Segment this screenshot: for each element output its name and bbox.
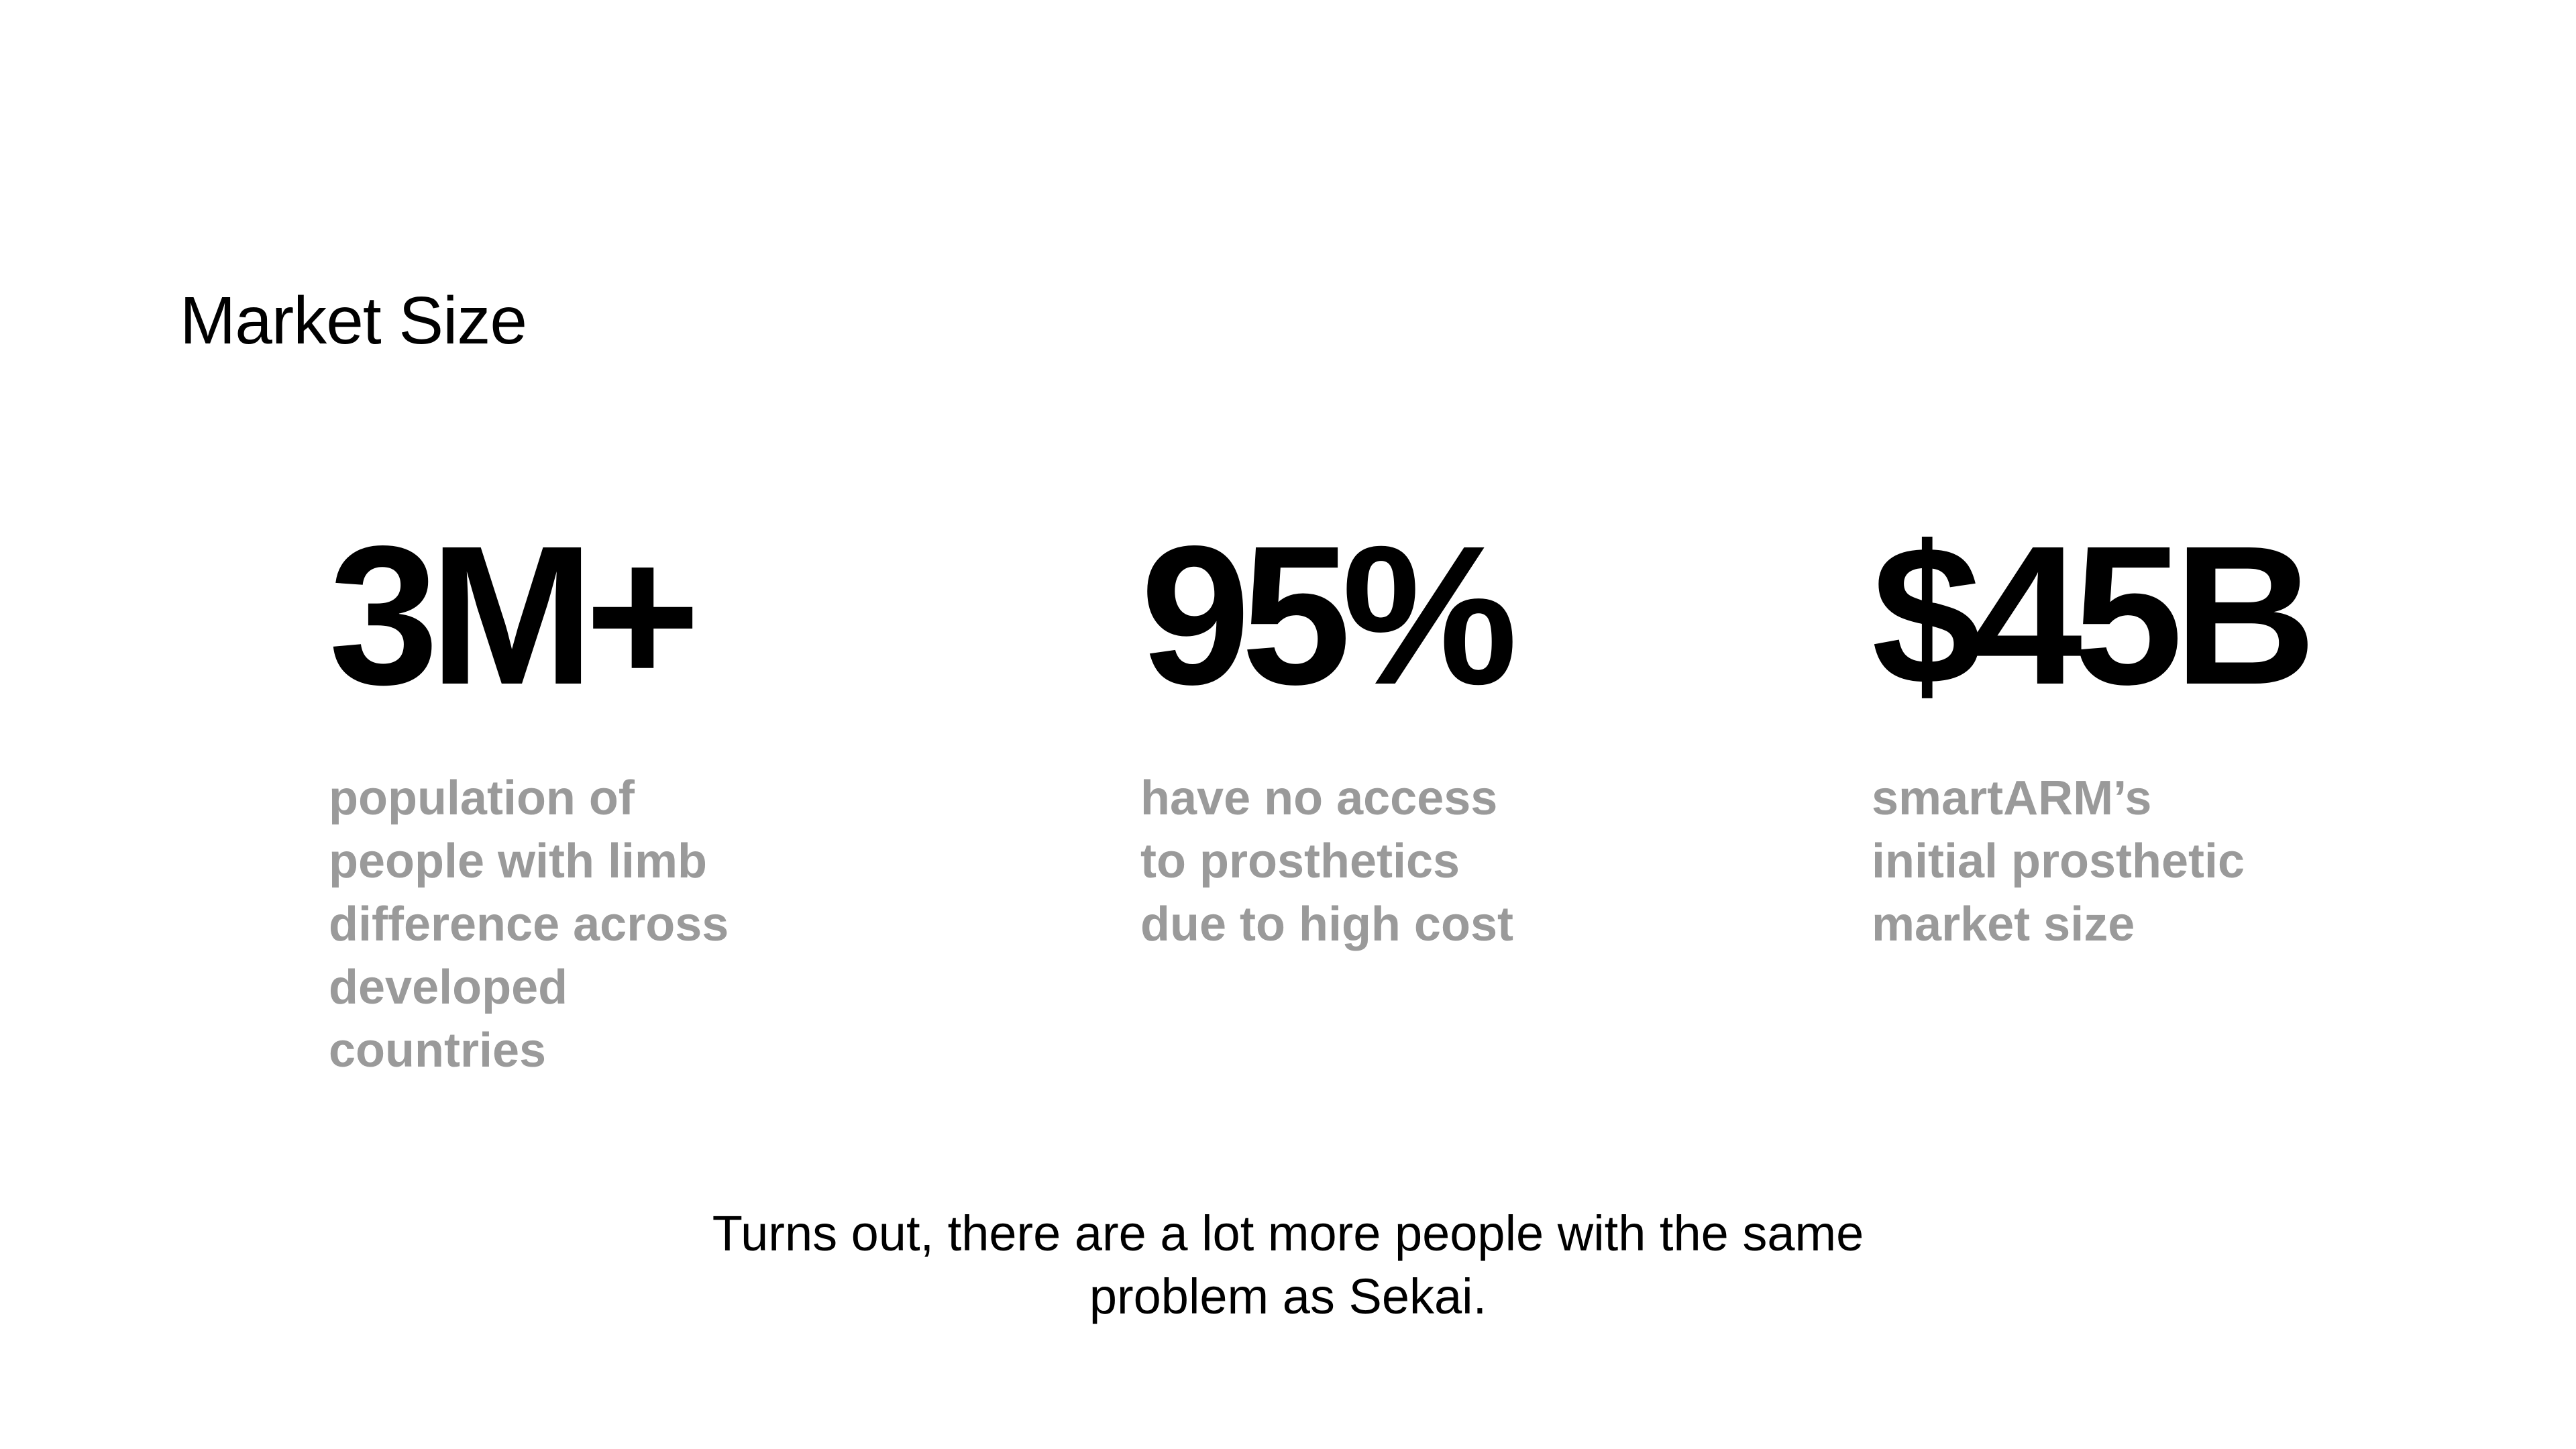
- stat-market-size: $45B smartARM’s initial prosthetic marke…: [1872, 504, 2316, 956]
- stat-caption: smartARM’s initial prosthetic market siz…: [1872, 771, 2245, 951]
- stat-no-access: 95% have no access to prosthetics due to…: [1140, 517, 1543, 956]
- stat-caption: population of people with limb differenc…: [329, 771, 729, 1077]
- footer-note: Turns out, there are a lot more people w…: [712, 1205, 1864, 1324]
- stat-value: 3M+: [329, 504, 700, 726]
- stat-population: 3M+ population of people with limb diffe…: [329, 517, 729, 1082]
- slide-title: Market Size: [180, 283, 527, 358]
- stat-caption: have no access to prosthetics due to hig…: [1140, 771, 1513, 951]
- stat-value: 95%: [1140, 504, 1517, 726]
- stat-value: $45B: [1872, 504, 2316, 726]
